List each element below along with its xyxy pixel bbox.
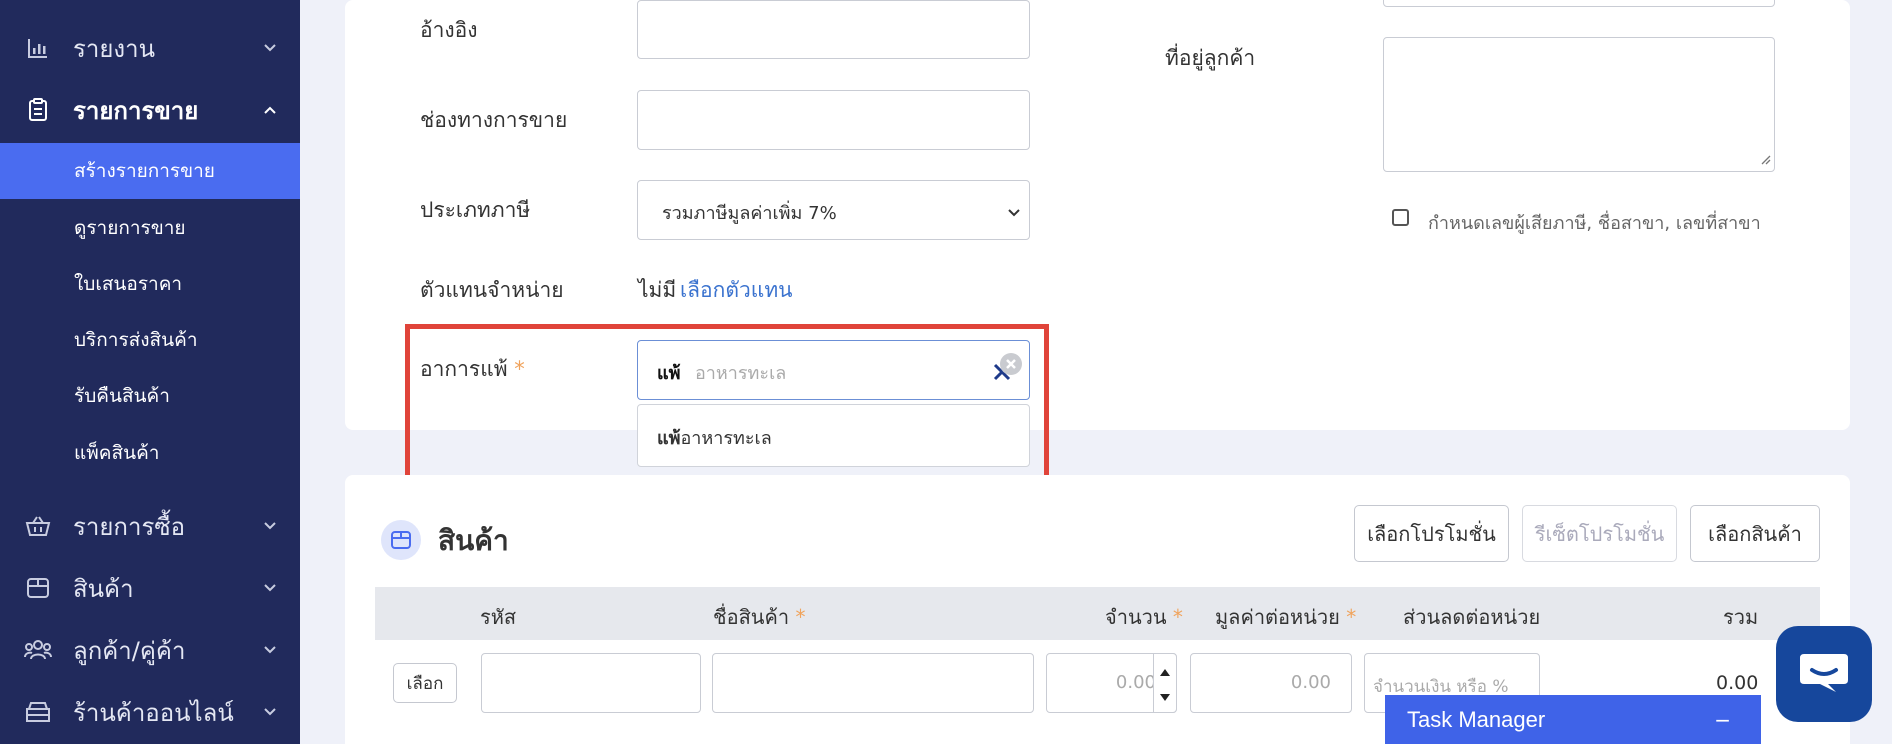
agent-none-text: ไม่มี <box>638 278 677 302</box>
tax-id-checkbox[interactable] <box>1392 209 1409 226</box>
tax-type-select[interactable]: รวมภาษีมูลค่าเพิ่ม 7% <box>637 180 1030 240</box>
sub-item-label: แพ็คสินค้า <box>74 442 160 464</box>
sub-item-label: สร้างรายการขาย <box>74 160 215 182</box>
sub-item-view-sales[interactable]: ดูรายการขาย <box>0 200 300 256</box>
sub-item-label: บริการส่งสินค้า <box>74 329 198 351</box>
stepper-up-icon[interactable] <box>1159 662 1171 681</box>
nav-label-online-store: ร้านค้าออนไลน์ <box>73 698 234 727</box>
sub-item-label: ใบเสนอราคา <box>74 273 183 295</box>
nav-item-purchase[interactable]: รายการซื้อ <box>0 496 300 556</box>
nav-label-sales: รายการขาย <box>73 96 199 125</box>
chat-button[interactable] <box>1776 626 1872 722</box>
box-icon <box>381 520 421 560</box>
bar-chart-icon <box>24 34 52 62</box>
close-circle-icon[interactable] <box>999 352 1023 380</box>
users-icon <box>24 636 52 664</box>
basket-icon <box>24 512 52 540</box>
nav-label-products: สินค้า <box>73 574 134 603</box>
col-name: ชื่อสินค้า * <box>713 605 806 629</box>
nav-item-report[interactable]: รายงาน <box>0 18 300 78</box>
task-manager-bar[interactable]: Task Manager − <box>1385 695 1761 744</box>
box-icon <box>24 574 52 602</box>
reset-promotion-button[interactable]: รีเซ็ตโปรโมชั่น <box>1522 505 1677 562</box>
resize-handle-icon <box>1759 150 1771 169</box>
tax-type-label: ประเภทภาษี <box>420 198 531 222</box>
stepper-down-icon[interactable] <box>1159 688 1171 707</box>
reference-label: อ้างอิง <box>420 18 478 42</box>
chevron-down-icon <box>262 518 278 534</box>
row-select-button[interactable]: เลือก <box>393 663 457 703</box>
clipboard-icon <box>24 96 52 124</box>
sub-item-quotation[interactable]: ใบเสนอราคา <box>0 256 300 312</box>
select-agent-link[interactable]: เลือกตัวแทน <box>680 274 793 307</box>
select-product-button[interactable]: เลือกสินค้า <box>1690 505 1820 562</box>
allergy-label: อาการแพ้ * <box>420 357 525 381</box>
task-manager-title: Task Manager <box>1407 706 1546 732</box>
store-icon <box>24 698 52 726</box>
sub-item-create-sale[interactable]: สร้างรายการขาย <box>0 143 300 199</box>
nav-item-online-store[interactable]: ร้านค้าออนไลน์ <box>0 682 300 742</box>
product-name-input[interactable] <box>712 653 1034 713</box>
col-qty: จำนวน * <box>1105 605 1183 629</box>
nav-item-customers[interactable]: ลูกค้า/คู่ค้า <box>0 620 300 680</box>
product-code-input[interactable] <box>481 653 701 713</box>
chevron-down-icon <box>262 40 278 56</box>
nav-item-products[interactable]: สินค้า <box>0 558 300 618</box>
sub-item-label: รับคืนสินค้า <box>74 385 170 407</box>
col-discount: ส่วนลดต่อหน่วย <box>1403 605 1541 629</box>
allergy-suggestion-dropdown: แพ้อาหารทะเล <box>637 404 1030 467</box>
reference-input[interactable] <box>637 0 1030 59</box>
chevron-down-icon <box>262 580 278 596</box>
unit-price-input[interactable]: 0.00 <box>1190 653 1352 713</box>
row-total: 0.00 <box>1716 672 1759 694</box>
chat-bubble-icon <box>1798 650 1850 698</box>
col-code: รหัส <box>480 605 517 629</box>
allergy-input[interactable]: แพ้ อาหารทะเล <box>637 340 1030 400</box>
allergy-typed-text: แพ้ <box>657 363 681 384</box>
qty-placeholder: 0.00 <box>1115 672 1156 693</box>
nav-label-purchase: รายการซื้อ <box>73 512 186 541</box>
customer-field-top[interactable] <box>1383 0 1775 7</box>
sub-item-shipping[interactable]: บริการส่งสินค้า <box>0 312 300 368</box>
col-total: รวม <box>1723 605 1759 629</box>
col-unit-price: มูลค่าต่อหน่วย * <box>1215 605 1357 629</box>
minimize-button[interactable]: − <box>1714 708 1731 732</box>
chevron-down-icon <box>262 704 278 720</box>
select-promotion-button[interactable]: เลือกโปรโมชั่น <box>1354 505 1509 562</box>
sub-item-returns[interactable]: รับคืนสินค้า <box>0 368 300 424</box>
nav-label-customers: ลูกค้า/คู่ค้า <box>73 636 186 665</box>
allergy-hint-text: อาหารทะเล <box>695 363 787 384</box>
tax-type-value: รวมภาษีมูลค่าเพิ่ม 7% <box>662 203 837 224</box>
chevron-down-icon <box>262 642 278 658</box>
products-table-header: รหัส ชื่อสินค้า * จำนวน * มูลค่าต่อหน่วย… <box>375 587 1820 640</box>
nav-label-report: รายงาน <box>73 34 156 63</box>
sub-item-packing[interactable]: แพ็คสินค้า <box>0 425 300 481</box>
chevron-down-icon <box>1007 203 1021 222</box>
channel-label: ช่องทางการขาย <box>420 108 568 132</box>
tax-id-checkbox-label: กำหนดเลขผู้เสียภาษี, ชื่อสาขา, เลขที่สาข… <box>1428 213 1761 234</box>
chevron-up-icon <box>262 102 278 118</box>
nav-item-sales[interactable]: รายการขาย <box>0 80 300 140</box>
sub-item-label: ดูรายการขาย <box>74 217 186 239</box>
products-title: สินค้า <box>438 524 509 557</box>
customer-address-textarea[interactable] <box>1383 37 1775 172</box>
allergy-suggestion-item[interactable]: แพ้อาหารทะเล <box>657 423 772 452</box>
channel-input[interactable] <box>637 90 1030 150</box>
quantity-stepper[interactable] <box>1153 653 1177 713</box>
price-placeholder: 0.00 <box>1290 672 1331 693</box>
sidebar: รายงาน รายการขาย สร้างรายการขาย ดูรายการ… <box>0 0 300 744</box>
agent-label: ตัวแทนจำหน่าย <box>420 278 564 302</box>
customer-address-label: ที่อยู่ลูกค้า <box>1165 46 1256 70</box>
